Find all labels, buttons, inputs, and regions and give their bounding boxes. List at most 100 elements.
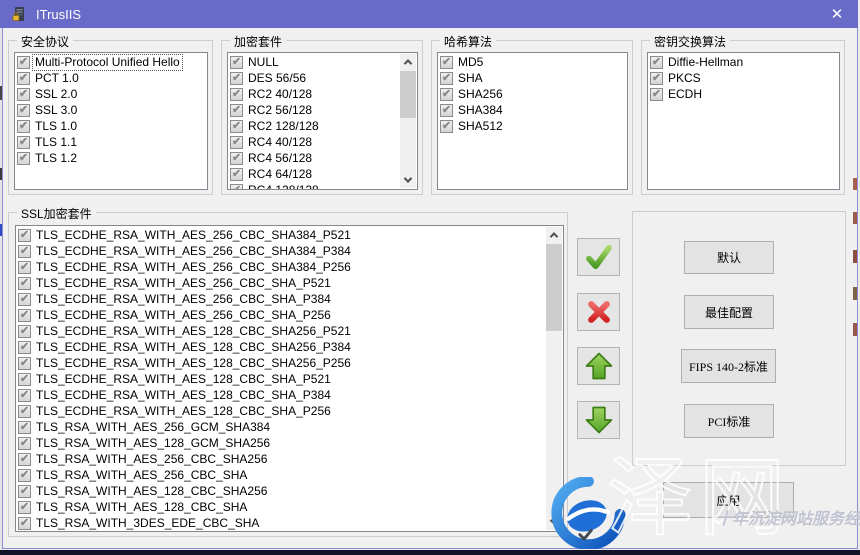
checked-checkbox-icon[interactable]: ✔ xyxy=(230,56,243,69)
ssl-cipher-suites-list[interactable]: ✔TLS_ECDHE_RSA_WITH_AES_256_CBC_SHA384_P… xyxy=(15,225,564,532)
checked-checkbox-icon[interactable]: ✔ xyxy=(18,261,31,274)
list-item[interactable]: ✔TLS 1.0 xyxy=(15,118,207,134)
move-up-button[interactable] xyxy=(577,347,620,385)
list-item[interactable]: ✔TLS_ECDHE_RSA_WITH_AES_128_CBC_SHA_P256 xyxy=(16,403,546,419)
key-exchange-list[interactable]: ✔Diffie-Hellman✔PKCS✔ECDH xyxy=(647,52,840,190)
checked-checkbox-icon[interactable]: ✔ xyxy=(18,373,31,386)
checked-checkbox-icon[interactable]: ✔ xyxy=(17,152,30,165)
protocols-list[interactable]: ✔Multi-Protocol Unified Hello✔PCT 1.0✔SS… xyxy=(14,52,208,190)
list-item[interactable]: ✔RC2 56/128 xyxy=(228,102,400,118)
list-item[interactable]: ✔RC4 128/128 xyxy=(228,182,400,190)
checked-checkbox-icon[interactable]: ✔ xyxy=(650,56,663,69)
list-item[interactable]: ✔TLS_ECDHE_RSA_WITH_AES_128_CBC_SHA256_P… xyxy=(16,323,546,339)
checked-checkbox-icon[interactable]: ✔ xyxy=(17,88,30,101)
checked-checkbox-icon[interactable]: ✔ xyxy=(18,421,31,434)
checked-checkbox-icon[interactable]: ✔ xyxy=(18,245,31,258)
fips-140-2-button[interactable]: FIPS 140-2标准 xyxy=(681,349,776,383)
list-item[interactable]: ✔SSL 3.0 xyxy=(15,102,207,118)
list-item[interactable]: ✔NULL xyxy=(228,54,400,70)
list-item[interactable]: ✔SHA384 xyxy=(438,102,627,118)
list-item[interactable]: ✔SHA256 xyxy=(438,86,627,102)
list-item[interactable]: ✔PKCS xyxy=(648,70,839,86)
scrollbar-thumb[interactable] xyxy=(400,71,416,118)
list-item[interactable]: ✔TLS_RSA_WITH_AES_256_GCM_SHA384 xyxy=(16,419,546,435)
apply-button[interactable]: 应用 xyxy=(663,482,794,518)
default-button[interactable]: 默认 xyxy=(684,241,774,274)
checked-checkbox-icon[interactable]: ✔ xyxy=(18,453,31,466)
close-button[interactable]: ✕ xyxy=(820,0,854,28)
list-item[interactable]: ✔Multi-Protocol Unified Hello xyxy=(15,54,207,70)
checked-checkbox-icon[interactable]: ✔ xyxy=(230,184,243,191)
list-item[interactable]: ✔TLS_ECDHE_RSA_WITH_AES_256_CBC_SHA384_P… xyxy=(16,243,546,259)
list-item[interactable]: ✔DES 56/56 xyxy=(228,70,400,86)
scroll-up-icon[interactable] xyxy=(400,54,416,70)
checked-checkbox-icon[interactable]: ✔ xyxy=(18,229,31,242)
list-item[interactable]: ✔TLS_ECDHE_RSA_WITH_AES_256_CBC_SHA384_P… xyxy=(16,259,546,275)
list-item[interactable]: ✔RC4 56/128 xyxy=(228,150,400,166)
list-item[interactable]: ✔TLS_RSA_WITH_AES_256_CBC_SHA256 xyxy=(16,451,546,467)
list-item[interactable]: ✔TLS_RSA_WITH_AES_128_GCM_SHA256 xyxy=(16,435,546,451)
checked-checkbox-icon[interactable]: ✔ xyxy=(650,88,663,101)
checked-checkbox-icon[interactable]: ✔ xyxy=(17,136,30,149)
list-item[interactable]: ✔TLS_ECDHE_RSA_WITH_AES_128_CBC_SHA256_P… xyxy=(16,339,546,355)
list-item[interactable]: ✔TLS 1.1 xyxy=(15,134,207,150)
scrollbar[interactable] xyxy=(400,54,416,188)
checked-checkbox-icon[interactable]: ✔ xyxy=(18,325,31,338)
confirm-button[interactable] xyxy=(577,238,620,276)
list-item[interactable]: ✔TLS_ECDHE_RSA_WITH_AES_256_CBC_SHA_P521 xyxy=(16,275,546,291)
checked-checkbox-icon[interactable]: ✔ xyxy=(18,277,31,290)
list-item[interactable]: ✔ECDH xyxy=(648,86,839,102)
checked-checkbox-icon[interactable]: ✔ xyxy=(230,152,243,165)
checked-checkbox-icon[interactable]: ✔ xyxy=(17,104,30,117)
hash-algorithms-list[interactable]: ✔MD5✔SHA✔SHA256✔SHA384✔SHA512 xyxy=(437,52,628,190)
list-item[interactable]: ✔RC2 128/128 xyxy=(228,118,400,134)
list-item[interactable]: ✔TLS_ECDHE_RSA_WITH_AES_256_CBC_SHA_P256 xyxy=(16,307,546,323)
checked-checkbox-icon[interactable]: ✔ xyxy=(17,56,30,69)
list-item[interactable]: ✔TLS_RSA_WITH_AES_128_CBC_SHA xyxy=(16,499,546,515)
scroll-down-icon[interactable] xyxy=(400,172,416,188)
checked-checkbox-icon[interactable]: ✔ xyxy=(650,72,663,85)
checked-checkbox-icon[interactable]: ✔ xyxy=(18,405,31,418)
scrollbar-thumb[interactable] xyxy=(546,244,562,331)
list-item[interactable]: ✔TLS_RSA_WITH_AES_128_CBC_SHA256 xyxy=(16,483,546,499)
list-item[interactable]: ✔TLS_RSA_WITH_AES_256_CBC_SHA xyxy=(16,467,546,483)
checked-checkbox-icon[interactable]: ✔ xyxy=(18,517,31,530)
list-item[interactable]: ✔Diffie-Hellman xyxy=(648,54,839,70)
move-down-button[interactable] xyxy=(577,401,620,439)
checked-checkbox-icon[interactable]: ✔ xyxy=(230,136,243,149)
checked-checkbox-icon[interactable]: ✔ xyxy=(230,88,243,101)
list-item[interactable]: ✔TLS_ECDHE_RSA_WITH_AES_128_CBC_SHA_P521 xyxy=(16,371,546,387)
checked-checkbox-icon[interactable]: ✔ xyxy=(230,72,243,85)
checked-checkbox-icon[interactable]: ✔ xyxy=(440,56,453,69)
checked-checkbox-icon[interactable]: ✔ xyxy=(440,88,453,101)
best-config-button[interactable]: 最佳配置 xyxy=(684,295,774,329)
checked-checkbox-icon[interactable]: ✔ xyxy=(230,168,243,181)
list-item[interactable]: ✔TLS_ECDHE_RSA_WITH_AES_256_CBC_SHA384_P… xyxy=(16,227,546,243)
list-item[interactable]: ✔RC4 40/128 xyxy=(228,134,400,150)
list-item[interactable]: ✔SSL 2.0 xyxy=(15,86,207,102)
pci-standard-button[interactable]: PCI标准 xyxy=(684,404,774,438)
checked-checkbox-icon[interactable]: ✔ xyxy=(18,485,31,498)
list-item[interactable]: ✔TLS_ECDHE_RSA_WITH_AES_128_CBC_SHA256_P… xyxy=(16,355,546,371)
checked-checkbox-icon[interactable]: ✔ xyxy=(440,72,453,85)
checked-checkbox-icon[interactable]: ✔ xyxy=(440,120,453,133)
cipher-suites-list[interactable]: ✔NULL✔DES 56/56✔RC2 40/128✔RC2 56/128✔RC… xyxy=(227,52,418,190)
list-item[interactable]: ✔PCT 1.0 xyxy=(15,70,207,86)
checked-checkbox-icon[interactable]: ✔ xyxy=(18,357,31,370)
checked-checkbox-icon[interactable]: ✔ xyxy=(18,501,31,514)
list-item[interactable]: ✔TLS_RSA_WITH_3DES_EDE_CBC_SHA xyxy=(16,515,546,531)
list-item[interactable]: ✔TLS 1.2 xyxy=(15,150,207,166)
checked-checkbox-icon[interactable]: ✔ xyxy=(18,469,31,482)
checked-checkbox-icon[interactable]: ✔ xyxy=(18,341,31,354)
checked-checkbox-icon[interactable]: ✔ xyxy=(230,104,243,117)
checked-checkbox-icon[interactable]: ✔ xyxy=(17,120,30,133)
checked-checkbox-icon[interactable]: ✔ xyxy=(230,120,243,133)
checked-checkbox-icon[interactable]: ✔ xyxy=(18,309,31,322)
list-item[interactable]: ✔RC2 40/128 xyxy=(228,86,400,102)
scroll-up-icon[interactable] xyxy=(546,227,562,243)
list-item[interactable]: ✔SHA xyxy=(438,70,627,86)
checked-checkbox-icon[interactable]: ✔ xyxy=(17,72,30,85)
checked-checkbox-icon[interactable]: ✔ xyxy=(18,389,31,402)
list-item[interactable]: ✔TLS_ECDHE_RSA_WITH_AES_256_CBC_SHA_P384 xyxy=(16,291,546,307)
checked-checkbox-icon[interactable]: ✔ xyxy=(18,293,31,306)
